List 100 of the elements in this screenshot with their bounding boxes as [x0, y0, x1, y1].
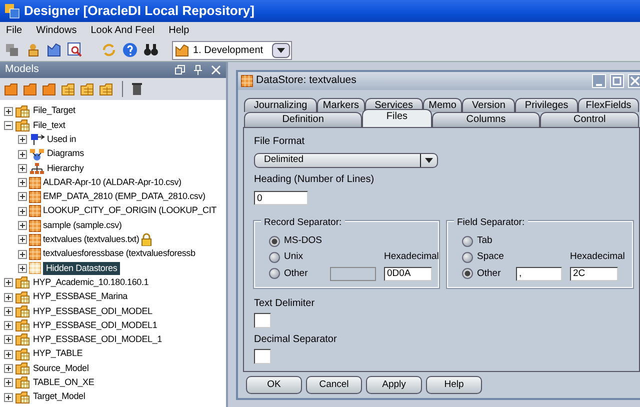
- tree-item[interactable]: Hidden Datastores: [4, 261, 226, 276]
- folder-icon[interactable]: [42, 82, 57, 96]
- tree-item[interactable]: File_Target: [4, 104, 226, 118]
- trash-icon[interactable]: [131, 82, 143, 96]
- tree-item[interactable]: File_text: [4, 118, 226, 133]
- expand-icon[interactable]: [18, 264, 27, 273]
- radio-option[interactable]: Other: [269, 266, 322, 281]
- tree-item[interactable]: HYP_ESSBASE_ODI_MODEL1: [4, 318, 226, 333]
- tab[interactable]: Control: [540, 112, 639, 127]
- dialog-button[interactable]: Apply: [366, 376, 422, 394]
- input-field[interactable]: 0: [254, 191, 308, 205]
- tree-item[interactable]: HYP_Academic_10.180.160.1: [4, 276, 226, 290]
- expand-icon[interactable]: [4, 378, 13, 388]
- pin-icon[interactable]: [193, 65, 203, 75]
- menu-item[interactable]: Look And Feel: [90, 23, 155, 38]
- tab[interactable]: Markers: [317, 98, 365, 112]
- tree-item[interactable]: EMP_DATA_2810 (EMP_DATA_2810.csv): [4, 190, 226, 204]
- maximize-icon[interactable]: [611, 75, 623, 87]
- expand-icon[interactable]: [18, 164, 27, 173]
- tree-item[interactable]: HYP_TABLE: [4, 347, 226, 362]
- close-icon[interactable]: [629, 75, 640, 87]
- expand-icon[interactable]: [4, 292, 13, 302]
- expand-icon[interactable]: [4, 350, 13, 359]
- add-table-icon[interactable]: [61, 82, 76, 96]
- tree-item[interactable]: Used in: [4, 132, 226, 147]
- menu-item[interactable]: Help: [168, 23, 190, 38]
- tree-item[interactable]: HYP_ESSBASE_Marina: [4, 290, 226, 304]
- expand-icon[interactable]: [18, 206, 27, 216]
- caret-down-icon: [277, 48, 285, 52]
- tree-item[interactable]: TABLE_ON_XE: [4, 376, 226, 390]
- expand-icon[interactable]: [4, 392, 13, 402]
- expand-icon[interactable]: [18, 178, 27, 188]
- model-folder-icon: [15, 304, 31, 318]
- tree-item[interactable]: HYP_ESSBASE_ODI_MODEL_1: [4, 332, 226, 348]
- menu-item[interactable]: File: [6, 23, 22, 38]
- input-field[interactable]: ,: [516, 266, 562, 281]
- radio-option[interactable]: Space: [462, 250, 508, 264]
- expand-icon[interactable]: [4, 364, 13, 373]
- folder-icon[interactable]: [23, 82, 38, 96]
- tab[interactable]: Definition: [244, 112, 362, 127]
- expand-icon[interactable]: [18, 192, 27, 202]
- input-field[interactable]: 0D0A: [384, 266, 432, 281]
- input-field[interactable]: [254, 312, 271, 328]
- restore-icon[interactable]: [175, 65, 185, 75]
- tab[interactable]: Version: [462, 98, 516, 112]
- tab[interactable]: FlexFields: [578, 98, 639, 112]
- model-folder-icon: [15, 348, 31, 361]
- collapse-icon[interactable]: [4, 120, 13, 130]
- tree-item[interactable]: Hierarchy: [4, 161, 226, 176]
- expand-icon[interactable]: [18, 235, 27, 244]
- datastore-icon: [29, 190, 41, 203]
- tab[interactable]: Columns: [432, 112, 540, 127]
- search-icon[interactable]: [143, 42, 159, 58]
- zoom-window-icon[interactable]: [67, 42, 83, 58]
- expand-icon[interactable]: [18, 250, 27, 259]
- input-field[interactable]: [254, 348, 271, 364]
- radio-option[interactable]: Other: [462, 266, 508, 281]
- table-icon[interactable]: [80, 82, 95, 96]
- tab[interactable]: Files: [362, 109, 432, 127]
- datastore-icon: [29, 205, 41, 218]
- expand-icon[interactable]: [18, 150, 27, 159]
- table-icon[interactable]: [99, 82, 114, 96]
- radio-option[interactable]: MS-DOS: [269, 234, 322, 248]
- expand-icon[interactable]: [4, 106, 13, 116]
- field-label: Heading (Number of Lines): [254, 173, 376, 187]
- menu-item[interactable]: Windows: [36, 23, 77, 38]
- file-format-dropdown[interactable]: Delimited: [254, 153, 438, 168]
- tab[interactable]: Journalizing: [244, 98, 318, 112]
- expand-icon[interactable]: [4, 278, 13, 288]
- field-label: Text Delimiter: [254, 296, 316, 311]
- dialog-button[interactable]: Help: [426, 376, 482, 394]
- tree-item[interactable]: Source_Model: [4, 361, 226, 376]
- dialog-button[interactable]: OK: [246, 376, 302, 394]
- tree-item[interactable]: HYP_ESSBASE_ODI_MODEL: [4, 304, 226, 318]
- datastore-icon: [29, 248, 41, 260]
- tree-item[interactable]: LOOKUP_CITY_OF_ORIGIN (LOOKUP_CIT: [4, 204, 226, 218]
- radio-option[interactable]: Unix: [269, 250, 322, 264]
- radio-option[interactable]: Tab: [462, 234, 508, 248]
- tab[interactable]: Memo: [422, 98, 462, 112]
- input-field[interactable]: 2C: [570, 266, 618, 281]
- expand-icon[interactable]: [4, 321, 13, 330]
- expand-icon[interactable]: [18, 221, 27, 230]
- tab[interactable]: Privileges: [515, 98, 578, 112]
- help-icon[interactable]: [122, 42, 138, 58]
- expand-icon[interactable]: [4, 306, 13, 316]
- expand-icon[interactable]: [4, 335, 13, 344]
- tree-item[interactable]: Diagrams: [4, 146, 226, 162]
- tree-item[interactable]: textvaluesforessbase (textvaluesforessb: [4, 246, 226, 262]
- expand-icon[interactable]: [18, 135, 27, 144]
- tree-item[interactable]: Target_Model: [4, 390, 226, 404]
- chart-icon[interactable]: [46, 42, 62, 58]
- copy-icon[interactable]: [4, 42, 20, 58]
- dialog-title: DataStore: textvalues: [256, 73, 356, 88]
- tree-item[interactable]: sample (sample.csv): [4, 218, 226, 233]
- close-icon[interactable]: [211, 65, 221, 75]
- add-folder-icon[interactable]: [4, 82, 19, 96]
- tree-item[interactable]: textvalues (textvalues.txt): [4, 232, 226, 247]
- tree-item[interactable]: ALDAR-Apr-10 (ALDAR-Apr-10.csv): [4, 175, 226, 190]
- dialog-button[interactable]: Cancel: [306, 376, 362, 394]
- context-dropdown[interactable]: 1. Development: [172, 40, 292, 60]
